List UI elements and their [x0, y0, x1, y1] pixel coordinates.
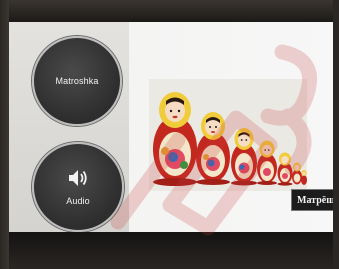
doll-4: [257, 140, 277, 185]
matryoshka-image: [149, 79, 307, 191]
title-button-label: Matroshka: [55, 76, 99, 86]
device-bezel-top: [0, 0, 339, 22]
audio-button-label: Audio: [66, 196, 90, 206]
audio-button[interactable]: Audio: [32, 142, 124, 232]
speaker-icon: [67, 168, 89, 193]
title-button[interactable]: Matroshka: [32, 36, 122, 126]
lesson-screen: Matroshka Audio Матрёш: [9, 22, 333, 232]
doll-5: [277, 152, 293, 186]
doll-1: [153, 92, 197, 186]
device-bezel-left: [0, 0, 9, 269]
device-bezel-bottom: [0, 232, 339, 269]
doll-3: [231, 128, 257, 186]
device-bezel-right: [333, 0, 339, 269]
word-tag-label: Матрёшка: [297, 194, 333, 206]
word-tag[interactable]: Матрёшка: [291, 189, 333, 211]
doll-7: [301, 170, 307, 185]
doll-6: [292, 162, 302, 185]
